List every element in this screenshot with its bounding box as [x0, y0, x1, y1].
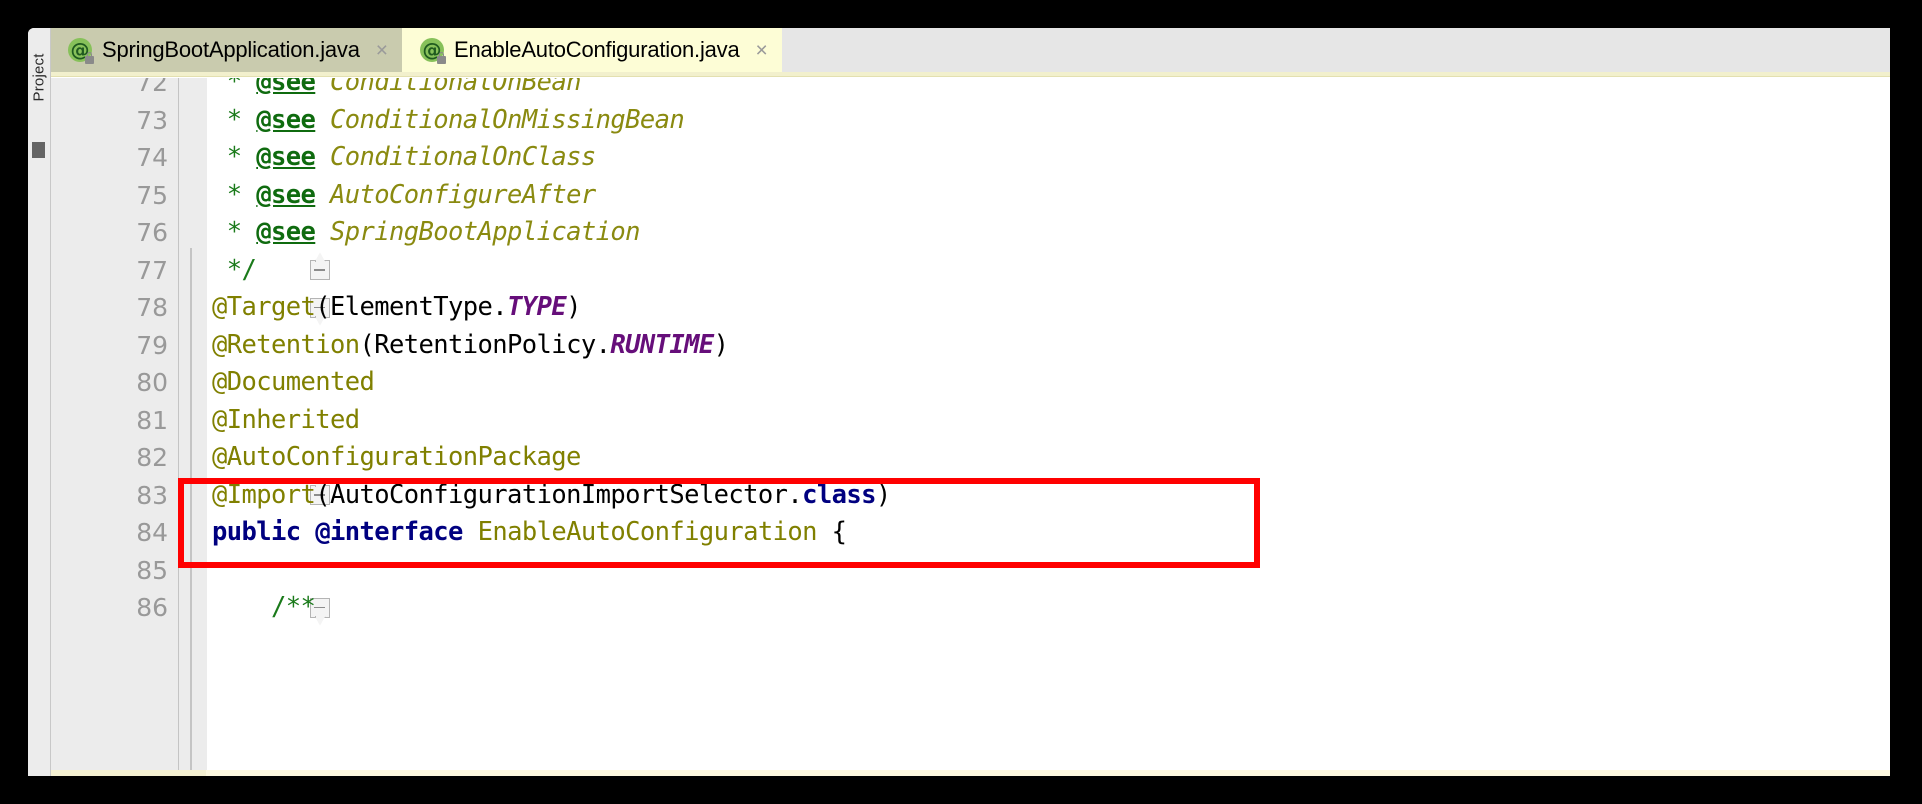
close-icon[interactable]: ×	[756, 40, 768, 61]
annotation-file-icon: @	[420, 38, 447, 64]
tool-window-stripe-left: Project	[28, 28, 51, 776]
code-line[interactable]: /**	[212, 589, 316, 627]
code-token-kw: public	[212, 517, 316, 547]
tab-bar-underline	[50, 72, 1890, 77]
code-line[interactable]: @AutoConfigurationPackage	[212, 439, 581, 477]
code-token-plain: )	[875, 479, 891, 510]
code-token-plain: (RetentionPolicy.	[359, 329, 611, 360]
code-line[interactable]: * @see ConditionalOnMissingBean	[212, 102, 685, 140]
code-token-plain: )	[566, 292, 581, 322]
code-editor[interactable]: 72 73 74 75 76 77 78 79 80 81 82 83 84 85 86 * @see Co…	[50, 78, 1890, 776]
code-token-tag: @see	[256, 142, 316, 172]
code-token-doctxt: AutoConfigureAfter	[315, 179, 596, 210]
line-number: 72	[136, 78, 168, 97]
code-token-cmt: *	[212, 104, 257, 135]
code-token-anno: EnableAutoConfiguration	[462, 517, 818, 547]
line-number: 86	[136, 593, 168, 622]
code-token-staticfld: TYPE	[507, 292, 567, 322]
code-token-anno: @Retention	[212, 329, 360, 360]
editor-tab-label: SpringBootApplication.java	[102, 37, 360, 62]
annotation-file-icon: @	[68, 38, 94, 64]
code-line[interactable]: @Inherited	[212, 402, 360, 440]
code-token-cmt: *	[212, 142, 257, 172]
code-line[interactable]: * @see ConditionalOnBean	[212, 78, 582, 102]
line-number: 77	[136, 255, 168, 285]
line-number: 85	[136, 555, 168, 585]
editor-bottom-rule-gutter	[50, 770, 206, 776]
code-token-plain: (ElementType.	[315, 292, 508, 322]
code-line[interactable]: * @see SpringBootApplication	[212, 214, 641, 252]
editor-bottom-rule	[50, 770, 1890, 776]
line-number: 82	[136, 443, 168, 472]
editor-tab-2[interactable]: @ EnableAutoConfiguration.java ×	[402, 28, 782, 72]
line-number: 75	[136, 180, 168, 210]
code-token-doctxt: ConditionalOnMissingBean	[315, 104, 685, 135]
line-number: 78	[136, 293, 168, 322]
editor-tab-bar: @ SpringBootApplication.java × @ EnableAutoC…	[50, 28, 1890, 72]
code-token-cmt: /**	[212, 592, 316, 622]
code-token-anno: @Documented	[212, 367, 375, 397]
code-line[interactable]: @Documented	[212, 364, 375, 402]
code-token-tag: @see	[256, 78, 316, 97]
line-number: 81	[136, 405, 168, 435]
code-token-plain: {	[816, 517, 847, 547]
code-line[interactable]: public @interface EnableAutoConfiguratio…	[212, 514, 847, 552]
code-token-tag: @see	[256, 104, 316, 135]
code-token-tag: @see	[256, 179, 316, 210]
code-token-kw: @interface	[315, 517, 463, 547]
code-token-cmt: */	[212, 254, 257, 285]
line-number-gutter: 72 73 74 75 76 77 78 79 80 81 82 83 84 85 86	[50, 78, 178, 776]
editor-tab-label: EnableAutoConfiguration.java	[454, 37, 740, 62]
code-token-plain: )	[713, 329, 729, 360]
code-token-tag: @see	[256, 217, 316, 247]
code-token-anno: @Inherited	[212, 404, 360, 435]
code-token-kw: class	[802, 479, 876, 510]
line-number: 74	[136, 143, 168, 172]
code-token-plain: (AutoConfigurationImportSelector.	[315, 479, 803, 510]
close-icon[interactable]: ×	[376, 40, 388, 61]
code-token-doctxt: ConditionalOnBean	[315, 78, 581, 97]
line-number: 80	[136, 368, 168, 397]
code-token-anno: @Target	[212, 292, 316, 322]
code-token-doctxt: ConditionalOnClass	[315, 142, 596, 172]
line-number: 84	[136, 518, 168, 547]
sidebar-item-project[interactable]: Project	[31, 32, 48, 101]
line-number: 76	[136, 218, 168, 247]
ide-editor-window: Project @ SpringBootApplication.java × @ Ena…	[28, 28, 1890, 776]
line-number: 79	[136, 330, 168, 360]
editor-tab-1[interactable]: @ SpringBootApplication.java ×	[50, 28, 403, 72]
code-token-cmt: *	[212, 78, 257, 97]
code-token-anno: @Import	[212, 479, 316, 510]
code-folding-strip[interactable]	[178, 78, 330, 776]
code-token-doctxt: SpringBootApplication	[315, 217, 640, 247]
stripe-marker	[32, 142, 45, 158]
line-number: 73	[136, 105, 168, 135]
line-number: 83	[136, 480, 168, 510]
fold-toggle-icon[interactable]	[310, 260, 330, 281]
code-token-anno: @AutoConfigurationPackage	[212, 442, 581, 472]
code-line[interactable]: @Retention(RetentionPolicy.RUNTIME)	[212, 327, 729, 365]
fold-region-line	[190, 248, 192, 776]
code-token-staticfld: RUNTIME	[610, 329, 714, 360]
code-token-cmt: *	[212, 179, 257, 210]
code-token-cmt: *	[212, 217, 257, 247]
code-line[interactable]: * @see ConditionalOnClass	[212, 139, 596, 177]
code-line[interactable]: */	[212, 252, 257, 290]
code-line[interactable]: * @see AutoConfigureAfter	[212, 177, 596, 215]
code-line[interactable]: @Import(AutoConfigurationImportSelector.…	[212, 477, 891, 515]
code-line[interactable]: @Target(ElementType.TYPE)	[212, 289, 581, 327]
